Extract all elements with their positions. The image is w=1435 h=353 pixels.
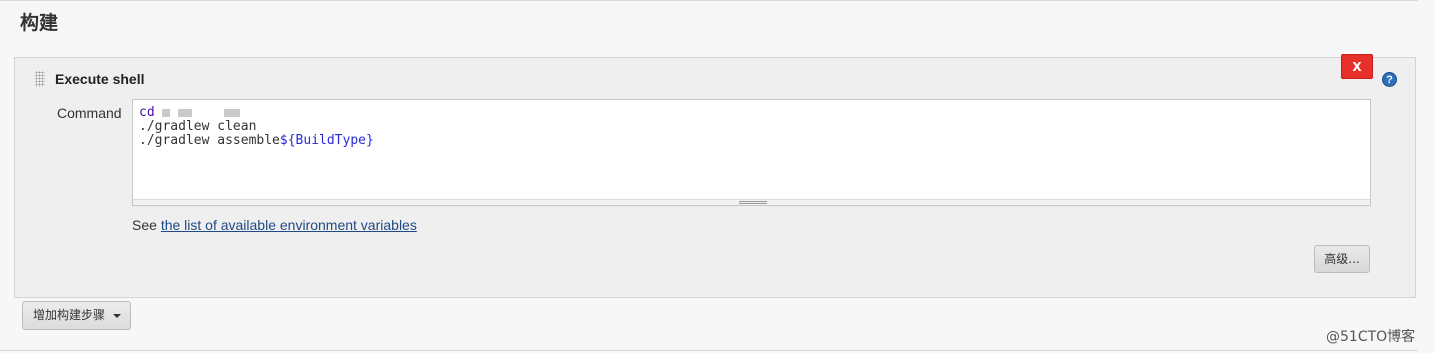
- redacted-path: [162, 108, 171, 117]
- env-variables-link[interactable]: the list of available environment variab…: [161, 217, 417, 233]
- code-line: ./gradlew clean: [139, 119, 257, 134]
- code-line: ./gradlew assemble: [139, 133, 280, 148]
- bottom-divider: [0, 350, 1418, 351]
- command-label: Command: [57, 105, 122, 121]
- drag-handle-icon[interactable]: [35, 71, 45, 87]
- code-variable: ${BuildType}: [279, 133, 374, 148]
- help-icon[interactable]: ?: [1382, 72, 1397, 87]
- resize-grip-icon: [739, 201, 767, 204]
- textarea-resize-handle[interactable]: [133, 199, 1370, 205]
- add-build-step-button[interactable]: 增加构建步骤: [22, 301, 131, 330]
- redacted-path: [178, 108, 193, 117]
- env-variables-hint: See the list of available environment va…: [132, 217, 417, 233]
- chevron-down-icon: [113, 314, 121, 318]
- builder-title: Execute shell: [55, 71, 145, 87]
- watermark: @51CTO博客: [1326, 329, 1416, 345]
- advanced-button[interactable]: 高级...: [1314, 245, 1370, 273]
- env-prefix: See: [132, 217, 161, 233]
- delete-builder-button[interactable]: X: [1341, 54, 1373, 79]
- code-keyword: cd: [139, 105, 155, 120]
- top-divider: [0, 0, 1418, 1]
- add-build-step-label: 增加构建步骤: [33, 308, 106, 322]
- section-title: 构建: [20, 12, 59, 34]
- command-textarea[interactable]: cd ./gradlew clean ./gradlew assemble${B…: [132, 99, 1371, 206]
- command-code: cd ./gradlew clean ./gradlew assemble${B…: [139, 106, 374, 148]
- redacted-path: [223, 108, 240, 117]
